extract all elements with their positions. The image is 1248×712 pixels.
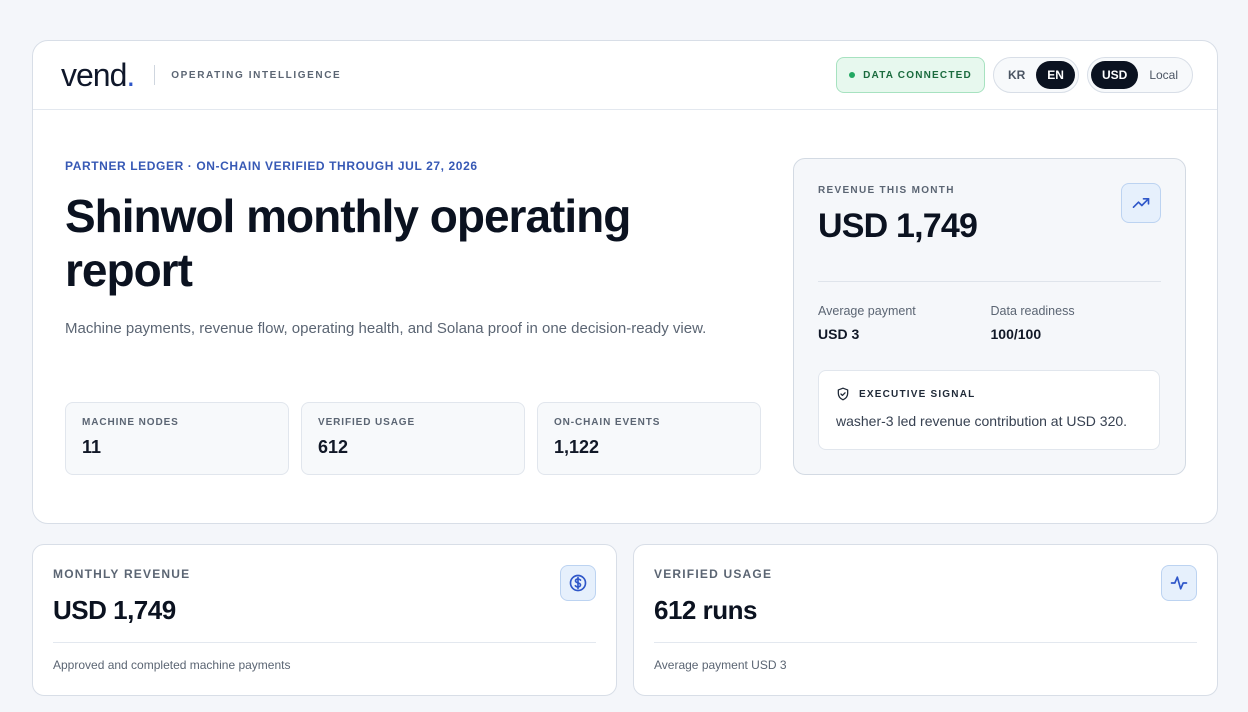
hero-metrics: MACHINE NODES 11 VERIFIED USAGE 612 ON-C… xyxy=(65,402,761,475)
currency-option-usd[interactable]: USD xyxy=(1090,61,1139,89)
status-text: DATA CONNECTED xyxy=(863,69,972,81)
card-note: Approved and completed machine payments xyxy=(53,658,291,672)
signal-title: EXECUTIVE SIGNAL xyxy=(859,388,976,400)
header-divider xyxy=(154,65,156,85)
page-title: Shinwol monthly operating report xyxy=(65,190,631,296)
shield-check-icon xyxy=(837,387,849,401)
logo-dot: . xyxy=(126,57,135,93)
trending-up-icon xyxy=(1121,183,1161,223)
revenue-stats: Average payment USD 3 Data readiness 100… xyxy=(818,304,1163,342)
metric-label: ON-CHAIN EVENTS xyxy=(554,417,661,428)
card-label: MONTHLY REVENUE xyxy=(53,567,191,581)
language-toggle: KR EN xyxy=(992,57,1079,93)
metric-value: 11 xyxy=(82,437,102,457)
ledger-eyebrow: PARTNER LEDGER · ON-CHAIN VERIFIED THROU… xyxy=(65,159,478,173)
connected-dot-icon xyxy=(849,72,856,78)
page-subtitle: Machine payments, revenue flow, operatin… xyxy=(65,320,707,337)
card-value: USD 1,749 xyxy=(53,595,176,625)
monthly-revenue-card: MONTHLY REVENUE USD 1,749 Approved and c… xyxy=(32,544,617,696)
stat-average-payment: Average payment USD 3 xyxy=(818,304,991,342)
data-connected-badge: DATA CONNECTED xyxy=(836,57,985,93)
currency-option-local[interactable]: Local xyxy=(1138,61,1189,89)
stat-value: 100/100 xyxy=(990,326,1042,342)
vend-logo[interactable]: vend. xyxy=(61,57,135,93)
signal-header: EXECUTIVE SIGNAL xyxy=(836,387,1142,401)
metric-machine-nodes: MACHINE NODES 11 xyxy=(65,402,289,475)
stat-label: Data readiness xyxy=(990,304,1075,318)
signal-text: washer-3 led revenue contribution at USD… xyxy=(836,413,1128,429)
panel-divider xyxy=(818,281,1161,282)
stat-value: USD 3 xyxy=(818,326,860,342)
logo-text: vend xyxy=(61,57,127,93)
top-bar: vend. OPERATING INTELLIGENCE DATA CONNEC… xyxy=(33,41,1217,110)
card-divider xyxy=(53,642,596,643)
card-note: Average payment USD 3 xyxy=(654,658,787,672)
card-value: 612 runs xyxy=(654,595,757,625)
metric-verified-usage: VERIFIED USAGE 612 xyxy=(301,402,525,475)
currency-toggle: USD Local xyxy=(1086,57,1193,93)
activity-pulse-icon xyxy=(1161,565,1197,601)
verified-usage-card: VERIFIED USAGE 612 runs Average payment … xyxy=(633,544,1218,696)
tagline: OPERATING INTELLIGENCE xyxy=(171,69,342,81)
metric-value: 612 xyxy=(318,437,349,457)
dollar-circle-icon xyxy=(560,565,596,601)
card-label: VERIFIED USAGE xyxy=(654,567,773,581)
stat-data-readiness: Data readiness 100/100 xyxy=(991,304,1164,342)
executive-signal-box: EXECUTIVE SIGNAL washer-3 led revenue co… xyxy=(818,370,1160,450)
revenue-value: USD 1,749 xyxy=(818,207,978,245)
stat-label: Average payment xyxy=(818,304,916,318)
metric-label: MACHINE NODES xyxy=(82,417,179,428)
language-option-en[interactable]: EN xyxy=(1036,61,1075,89)
metric-label: VERIFIED USAGE xyxy=(318,417,416,428)
revenue-this-month-panel: REVENUE THIS MONTH USD 1,749 Average pay… xyxy=(793,158,1186,475)
revenue-label: REVENUE THIS MONTH xyxy=(818,185,955,196)
card-divider xyxy=(654,642,1197,643)
metric-value: 1,122 xyxy=(554,437,600,457)
operating-report-panel: vend. OPERATING INTELLIGENCE DATA CONNEC… xyxy=(32,40,1218,524)
language-option-kr[interactable]: KR xyxy=(997,61,1036,89)
metric-on-chain-events: ON-CHAIN EVENTS 1,122 xyxy=(537,402,761,475)
